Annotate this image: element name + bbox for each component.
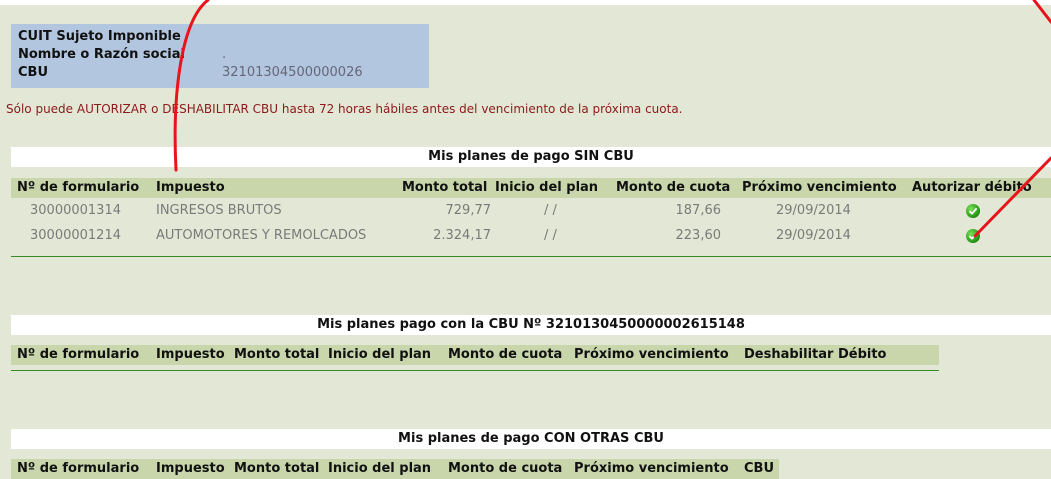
nombre-label: Nombre o Razón social — [18, 47, 185, 62]
row-impuesto: INGRESOS BRUTOS — [156, 203, 282, 218]
nombre-value: . — [222, 47, 227, 62]
section-otras-cbu-title: Mis planes de pago CON OTRAS CBU — [11, 429, 1051, 449]
col-impuesto: Impuesto — [156, 347, 225, 362]
table-row: 30000001214 AUTOMOTORES Y REMOLCADOS 2.3… — [11, 224, 1051, 248]
row-monto-cuota: 187,66 — [675, 203, 722, 218]
row-inicio: / / — [544, 228, 557, 243]
col-formulario: Nº de formulario — [17, 347, 140, 362]
table-row: 30000001314 INGRESOS BRUTOS 729,77 / / 1… — [11, 199, 1051, 223]
row-vencimiento: 29/09/2014 — [776, 228, 851, 243]
col-impuesto: Impuesto — [156, 461, 225, 476]
col-inicio: Inicio del plan — [328, 461, 432, 476]
col-formulario: Nº de formulario — [17, 180, 140, 195]
col-inicio: Inicio del plan — [495, 180, 599, 195]
col-cbu: CBU — [744, 461, 775, 476]
col-deshabilitar: Deshabilitar Débito — [744, 347, 887, 362]
green-check-icon[interactable] — [966, 229, 980, 243]
col-impuesto: Impuesto — [156, 180, 225, 195]
col-inicio: Inicio del plan — [328, 347, 432, 362]
nombre-row: Nombre o Razón social . — [18, 46, 429, 64]
row-inicio: / / — [544, 203, 557, 218]
col-monto-total: Monto total — [234, 461, 320, 476]
row-monto-total: 2.324,17 — [433, 228, 491, 243]
row-formulario: 30000001314 — [30, 203, 121, 218]
cbu-row: CBU 32101304500000026 — [18, 64, 429, 82]
taxpayer-info-box: CUIT Sujeto Imponible Nombre o Razón soc… — [11, 24, 429, 88]
row-formulario: 30000001214 — [30, 228, 121, 243]
top-border — [0, 0, 1051, 5]
section-divider — [11, 370, 939, 371]
section-sin-cbu-header: Nº de formulario Impuesto Monto total In… — [11, 178, 1051, 198]
row-vencimiento: 29/09/2014 — [776, 203, 851, 218]
section-otras-cbu-header: Nº de formulario Impuesto Monto total In… — [11, 459, 779, 479]
col-vencimiento: Próximo vencimiento — [574, 461, 729, 476]
cuit-label: CUIT Sujeto Imponible — [18, 29, 181, 44]
section-sin-cbu-title: Mis planes de pago SIN CBU — [11, 147, 1051, 167]
col-formulario: Nº de formulario — [17, 461, 140, 476]
col-monto-cuota: Monto de cuota — [616, 180, 731, 195]
row-monto-cuota: 223,60 — [675, 228, 722, 243]
col-monto-cuota: Monto de cuota — [448, 461, 563, 476]
section-divider — [11, 256, 1051, 257]
col-vencimiento: Próximo vencimiento — [742, 180, 897, 195]
row-monto-total: 729,77 — [445, 203, 492, 218]
cuit-row: CUIT Sujeto Imponible — [18, 28, 429, 46]
col-monto-total: Monto total — [234, 347, 320, 362]
col-monto-total: Monto total — [402, 180, 488, 195]
section-con-cbu-title: Mis planes pago con la CBU Nº 3210130450… — [11, 315, 1051, 335]
cbu-label: CBU — [18, 65, 49, 80]
row-impuesto: AUTOMOTORES Y REMOLCADOS — [156, 228, 367, 243]
section-con-cbu-header: Nº de formulario Impuesto Monto total In… — [11, 345, 939, 365]
col-vencimiento: Próximo vencimiento — [574, 347, 729, 362]
col-monto-cuota: Monto de cuota — [448, 347, 563, 362]
green-check-icon[interactable] — [966, 204, 980, 218]
cbu-notice: Sólo puede AUTORIZAR o DESHABILITAR CBU … — [6, 102, 683, 116]
col-autorizar: Autorizar débito — [912, 180, 1032, 195]
cbu-value: 32101304500000026 — [222, 65, 363, 80]
